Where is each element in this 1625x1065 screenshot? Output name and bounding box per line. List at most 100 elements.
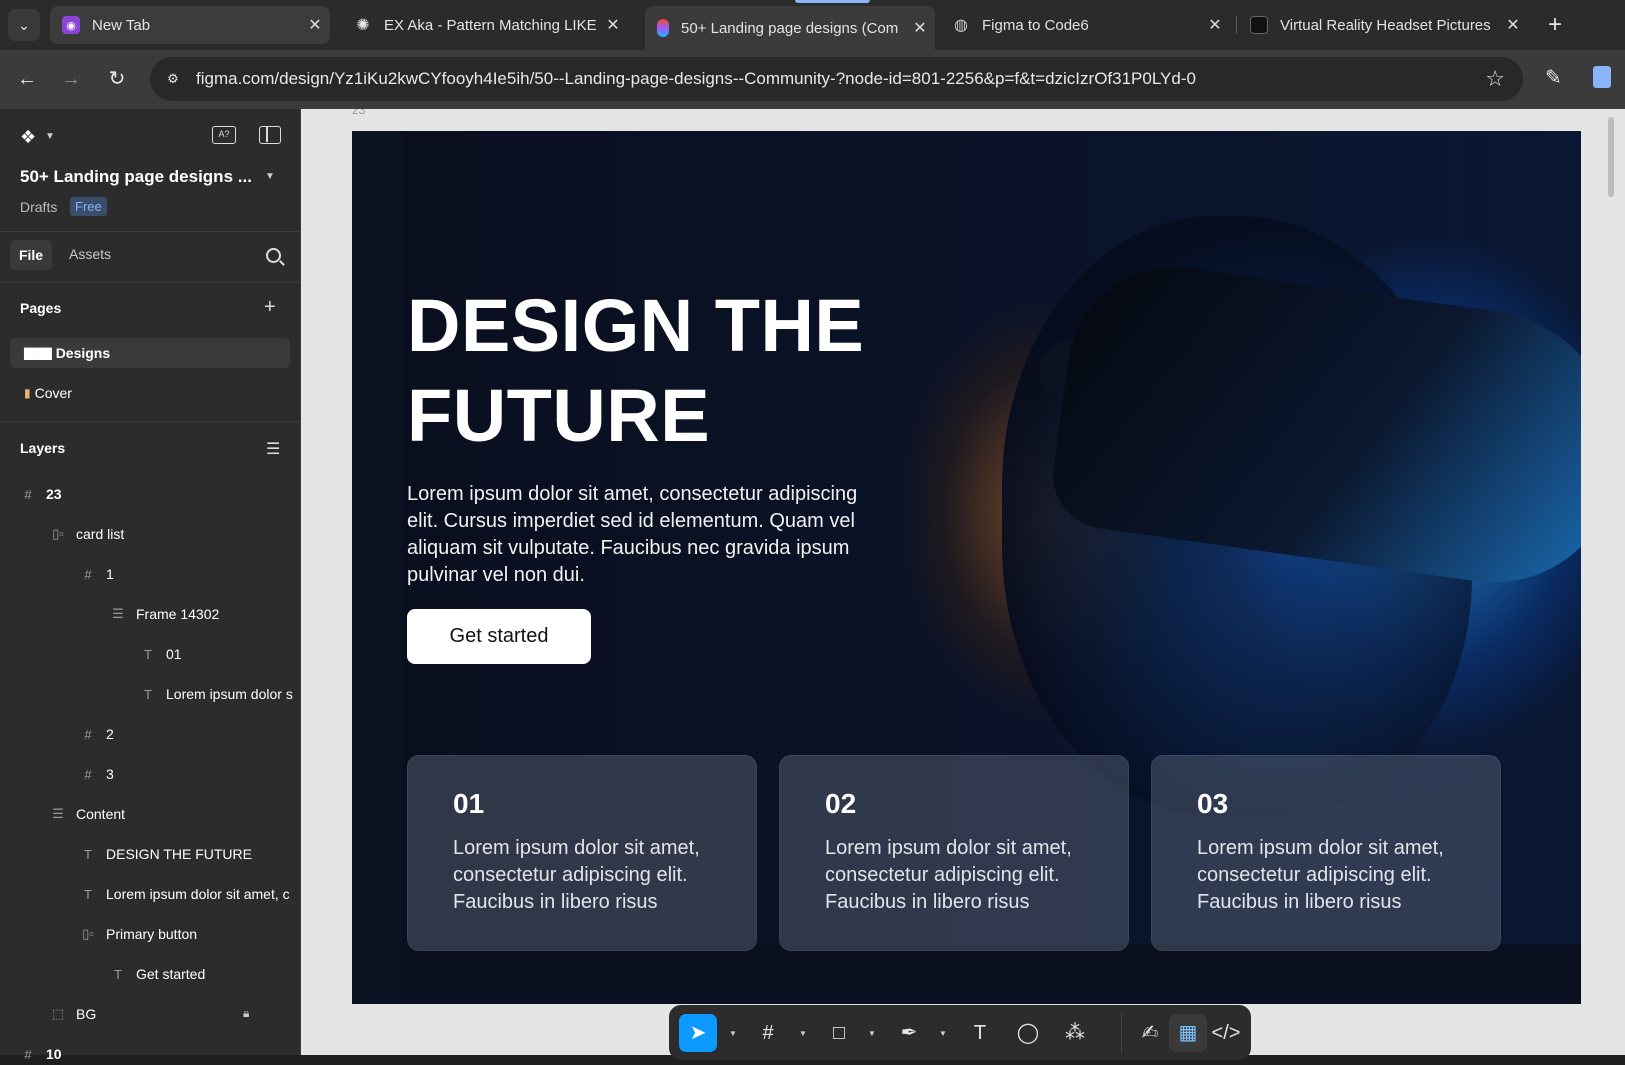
new-tab-favicon-icon: ◉: [62, 16, 80, 34]
tab-title: New Tab: [92, 16, 151, 34]
move-cursor-icon[interactable]: ➤: [679, 1014, 717, 1052]
page-label: Designs: [55, 345, 111, 361]
reload-icon[interactable]: ↻: [102, 64, 132, 94]
hero-title-line: FUTURE: [407, 374, 711, 457]
landing-frame[interactable]: DESIGN THE FUTURE Lorem ipsum dolor sit …: [352, 131, 1581, 1004]
pages-heading: Pages: [20, 300, 62, 316]
close-tab-icon[interactable]: ✕: [1498, 15, 1528, 35]
draw-mode-icon[interactable]: ✍: [1131, 1014, 1169, 1052]
layers-heading: Layers: [20, 440, 66, 456]
comment-icon[interactable]: ◯: [1009, 1014, 1047, 1052]
forward-arrow-right-icon[interactable]: →: [56, 64, 86, 94]
address-bar[interactable]: ⚙ figma.com/design/Yz1iKu2kwCYfooyh4Ie5i…: [150, 57, 1523, 101]
layer-row[interactable]: #23: [16, 483, 61, 505]
layer-row[interactable]: #10: [16, 1043, 61, 1065]
chevron-down-icon[interactable]: ▼: [45, 131, 55, 142]
file-title[interactable]: 50+ Landing page designs ...: [20, 167, 252, 187]
close-tab-icon[interactable]: ✕: [300, 15, 330, 35]
frame-icon: #: [84, 766, 92, 782]
figma-logo-icon[interactable]: ❖: [20, 127, 36, 148]
tab-new-tab[interactable]: ◉ New Tab ✕: [50, 6, 330, 44]
text-layer-icon: T: [114, 966, 122, 982]
layer-name: Lorem ipsum dolor s: [166, 686, 293, 702]
design-mode-icon[interactable]: ▦: [1169, 1014, 1207, 1052]
card-number: 02: [825, 788, 857, 819]
layer-name: 2: [106, 726, 114, 742]
frame-icon: #: [24, 486, 32, 502]
layer-row[interactable]: #3: [76, 763, 113, 785]
browser-tab-bar: ⌄ ◉ New Tab ✕ ✺ EX Aka - Pattern Matchin…: [0, 0, 1625, 50]
chevron-down-icon[interactable]: ▼: [729, 1029, 737, 1038]
figma-canvas[interactable]: 23 DESIGN THE FUTURE Lorem ipsum dolor s…: [301, 109, 1625, 1055]
plan-badge: Free: [70, 197, 107, 216]
url-text[interactable]: figma.com/design/Yz1iKu2kwCYfooyh4Ie5ih/…: [196, 69, 1196, 89]
page-item-cover[interactable]: ▮ Cover: [10, 378, 290, 408]
tab-search-chevron-down-icon[interactable]: ⌄: [8, 9, 40, 41]
eyedropper-extension-icon[interactable]: ✎: [1545, 65, 1562, 90]
back-arrow-left-icon[interactable]: ←: [12, 64, 42, 94]
chevron-down-icon[interactable]: ▼: [868, 1029, 876, 1038]
close-tab-icon[interactable]: ✕: [905, 18, 935, 38]
tab-figma-to-code[interactable]: ◍ Figma to Code6 ✕: [940, 6, 1230, 44]
hero-body-text[interactable]: Lorem ipsum dolor sit amet, consectetur …: [407, 481, 877, 589]
frame-label[interactable]: 23: [352, 109, 365, 117]
active-tab-indicator: [795, 0, 870, 3]
rectangle-icon[interactable]: □: [820, 1014, 858, 1052]
chevron-down-icon[interactable]: ▼: [939, 1029, 947, 1038]
layer-row[interactable]: T 01: [136, 643, 182, 665]
feature-card[interactable]: 02 Lorem ipsum dolor sit amet, consectet…: [779, 755, 1129, 951]
layer-row[interactable]: ⬚ BG: [46, 1003, 96, 1025]
figma-left-panel: ❖ ▼ A? 50+ Landing page designs ... ▼ Dr…: [0, 109, 301, 1062]
get-started-button[interactable]: Get started: [407, 609, 591, 664]
tab-file[interactable]: File: [10, 240, 52, 270]
actions-icon[interactable]: ⁂: [1056, 1014, 1094, 1052]
chevron-down-icon[interactable]: ▼: [799, 1029, 807, 1038]
feature-card[interactable]: 01 Lorem ipsum dolor sit amet, consectet…: [407, 755, 757, 951]
hero-title-line: DESIGN THE: [407, 284, 865, 367]
new-tab-plus-icon[interactable]: +: [1540, 10, 1570, 40]
text-layer-icon: T: [144, 686, 152, 702]
tab-landing-page-designs[interactable]: 50+ Landing page designs (Com ✕: [645, 6, 935, 50]
feature-card[interactable]: 03 Lorem ipsum dolor sit amet, consectet…: [1151, 755, 1501, 951]
page-item-designs[interactable]: ▇▇▇ Designs: [10, 338, 290, 368]
close-tab-icon[interactable]: ✕: [1200, 15, 1230, 35]
layer-row[interactable]: ▯▫ Primary button: [76, 923, 197, 945]
dev-mode-code-icon[interactable]: </>: [1207, 1014, 1245, 1052]
layer-row[interactable]: ☰ Frame 14302: [106, 603, 219, 625]
add-page-plus-icon[interactable]: +: [264, 296, 276, 319]
chevron-down-icon[interactable]: ▼: [265, 171, 275, 182]
page-label: Cover: [34, 385, 72, 401]
hero-title[interactable]: DESIGN THE FUTURE: [407, 281, 927, 461]
pen-icon[interactable]: ✒: [890, 1014, 928, 1052]
drafts-label[interactable]: Drafts: [20, 199, 57, 215]
layer-name: BG: [76, 1006, 97, 1022]
layers-filter-icon[interactable]: ☰: [266, 439, 280, 459]
tab-pattern-matching[interactable]: ✺ EX Aka - Pattern Matching LIKE ✕: [342, 6, 628, 44]
card-number: 03: [1197, 788, 1229, 819]
layer-row[interactable]: T Get started: [106, 963, 205, 985]
text-tool-icon[interactable]: T: [961, 1014, 999, 1052]
ai-assistant-icon[interactable]: A?: [212, 126, 236, 144]
vertical-scrollbar[interactable]: [1608, 117, 1614, 197]
layer-row[interactable]: #2: [76, 723, 114, 745]
extension-icon[interactable]: [1593, 66, 1611, 88]
toggle-sidebar-icon[interactable]: [259, 126, 281, 144]
layer-row[interactable]: ▯▫ card list: [46, 523, 124, 545]
layer-row[interactable]: #1: [76, 563, 114, 585]
site-info-tune-icon[interactable]: ⚙: [162, 68, 184, 90]
layer-name: Primary button: [106, 926, 198, 942]
lock-icon[interactable]: 🔒︎: [243, 1006, 249, 1021]
layer-row[interactable]: T Lorem ipsum dolor sit amet, c: [76, 883, 301, 905]
layer-name: Content: [76, 806, 126, 822]
frame-tool-icon[interactable]: #: [749, 1014, 787, 1052]
layer-name: 1: [106, 566, 114, 582]
layer-row[interactable]: T DESIGN THE FUTURE: [76, 843, 252, 865]
search-icon[interactable]: [266, 248, 281, 263]
bookmark-star-icon[interactable]: ☆: [1485, 66, 1505, 92]
layer-row[interactable]: ☰ Content: [46, 803, 125, 825]
tab-vr-headset-pictures[interactable]: Virtual Reality Headset Pictures ✕: [1238, 6, 1528, 44]
layer-row[interactable]: T Lorem ipsum dolor s: [136, 683, 301, 705]
tab-assets[interactable]: Assets: [69, 246, 111, 262]
text-layer-icon: T: [144, 646, 152, 662]
close-tab-icon[interactable]: ✕: [598, 15, 628, 35]
